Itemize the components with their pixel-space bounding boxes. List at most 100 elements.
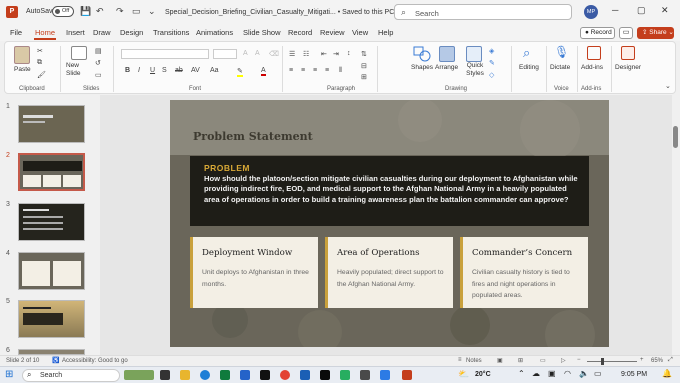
addins-label[interactable]: Add-ins [581,64,603,71]
designer-label[interactable]: Designer [615,64,641,71]
increase-indent-icon[interactable]: ⇥ [333,50,339,58]
undo-icon[interactable]: ↶ [96,6,104,17]
close-icon[interactable]: ✕ [661,5,669,16]
zoom-in-icon[interactable]: + [640,357,644,363]
app-icon[interactable] [220,370,230,380]
slide[interactable]: Problem Statement PROBLEM How should the… [170,100,609,347]
card-commanders-concern[interactable]: Commander’s Concern Civilian casualty hi… [460,237,588,308]
designer-icon[interactable] [621,46,635,60]
windows-start-icon[interactable]: ⊞ [5,369,13,380]
clear-format-icon[interactable]: ⌫ [269,50,279,58]
shadow-icon[interactable]: S [162,67,167,74]
paste-label[interactable]: Paste [14,66,31,73]
shapes-icon[interactable] [413,46,431,62]
bullets-icon[interactable]: ☰ [289,50,295,58]
slide-thumbnail-5[interactable] [18,300,85,338]
zoom-slider[interactable] [587,361,637,362]
quick-styles-icon[interactable] [466,46,482,62]
spacing-icon[interactable]: AV [191,67,200,74]
tab-slide-show[interactable]: Slide Show [243,28,281,37]
align-center-icon[interactable]: ≡ [301,67,305,74]
slide-thumbnail-3[interactable] [18,203,85,241]
store-icon[interactable] [240,370,250,380]
font-family-select[interactable] [121,49,209,59]
fit-to-window-icon[interactable]: ⤢ [668,357,673,364]
notes-icon[interactable]: ≡ [458,357,462,363]
tab-insert[interactable]: Insert [66,28,85,37]
save-icon[interactable]: 💾 [80,6,91,17]
dictate-label[interactable]: Dictate [550,64,570,71]
section-icon[interactable]: ▭ [95,71,102,79]
arrange-label[interactable]: Arrange [435,64,458,71]
zoom-slider-thumb[interactable] [601,358,604,365]
accessibility-status[interactable]: Accessibility: Good to go [62,358,128,364]
card-area-of-operations[interactable]: Area of Operations Heavily populated; di… [325,237,453,308]
app-icon[interactable] [260,370,270,380]
word-icon[interactable] [300,370,310,380]
new-slide-icon[interactable] [71,46,87,60]
slideshow-view-icon[interactable]: ▷ [561,357,566,364]
quick-styles-label[interactable]: Quick Styles [463,62,487,78]
shapes-label[interactable]: Shapes [411,64,433,71]
tab-home[interactable]: Home [35,28,55,37]
tab-animations[interactable]: Animations [196,28,233,37]
avatar[interactable]: MP [584,5,598,19]
line-spacing-icon[interactable]: ↕ [347,50,351,57]
powerpoint-taskbar-icon[interactable] [402,370,412,380]
accessibility-icon[interactable]: ♿ [52,357,59,364]
app-icon[interactable] [340,370,350,380]
tab-design[interactable]: Design [120,28,143,37]
tab-draw[interactable]: Draw [93,28,111,37]
volume-icon[interactable]: 🔈 [579,369,589,378]
problem-box[interactable]: PROBLEM How should the platoon/section m… [190,156,589,226]
tab-review[interactable]: Review [320,28,345,37]
numbering-icon[interactable]: ☷ [303,50,309,58]
tab-record[interactable]: Record [288,28,312,37]
widgets-icon[interactable] [124,370,154,380]
wifi-icon[interactable]: ◠ [564,369,571,378]
reset-icon[interactable]: ↺ [95,59,101,67]
app-icon[interactable] [380,370,390,380]
tab-transitions[interactable]: Transitions [153,28,189,37]
slide-thumbnail-4[interactable] [18,252,85,290]
tray-icon[interactable]: ▣ [548,369,556,378]
edge-icon[interactable] [200,370,210,380]
clock[interactable]: 9:05 PM [621,371,647,378]
slide-thumbnail-2[interactable] [18,153,85,191]
find-icon[interactable]: ⌕ [523,45,530,61]
document-title[interactable]: Special_Decision_Briefing_Civilian_Casua… [165,8,402,16]
share-button[interactable]: ⇪ Share ⌄ [637,27,674,39]
tray-icon[interactable]: ☁ [532,369,540,378]
scrollbar-thumb[interactable] [673,126,678,148]
temperature[interactable]: 20°C [475,371,491,378]
reading-view-icon[interactable]: ▭ [540,357,546,364]
record-button[interactable]: ● Record [580,27,615,39]
shape-effects-icon[interactable]: ◇ [489,71,494,79]
shape-outline-icon[interactable]: ✎ [489,59,495,67]
cut-icon[interactable]: ✂ [37,47,43,55]
shape-fill-icon[interactable]: ◈ [489,47,494,55]
battery-icon[interactable]: ▭ [594,369,602,378]
comments-button[interactable]: ▭ [619,27,633,39]
slideshow-start-icon[interactable]: ▭ [132,6,141,17]
normal-view-icon[interactable]: ▣ [497,357,503,364]
tab-view[interactable]: View [352,28,368,37]
app-icon[interactable] [320,370,330,380]
search-input[interactable]: ⌕ Search [394,4,572,20]
increase-font-icon[interactable]: A [243,50,248,57]
layout-icon[interactable]: ▤ [95,47,102,55]
editing-label[interactable]: Editing [519,64,539,71]
slide-sorter-icon[interactable]: ⊞ [518,357,523,364]
maximize-icon[interactable]: ▢ [637,5,646,16]
chrome-icon[interactable] [280,370,290,380]
addins-icon[interactable] [587,46,601,60]
zoom-out-icon[interactable]: − [577,357,581,363]
columns-icon[interactable]: ⫴ [339,67,342,75]
smartart-icon[interactable]: ⊞ [361,73,367,81]
new-slide-label[interactable]: New Slide [66,62,88,78]
change-case-icon[interactable]: Aa [210,67,219,74]
slide-title[interactable]: Problem Statement [193,130,313,143]
customize-qat-icon[interactable]: ⌄ [148,6,156,17]
text-direction-icon[interactable]: ⇅ [361,50,367,58]
decrease-font-icon[interactable]: A [255,50,260,57]
